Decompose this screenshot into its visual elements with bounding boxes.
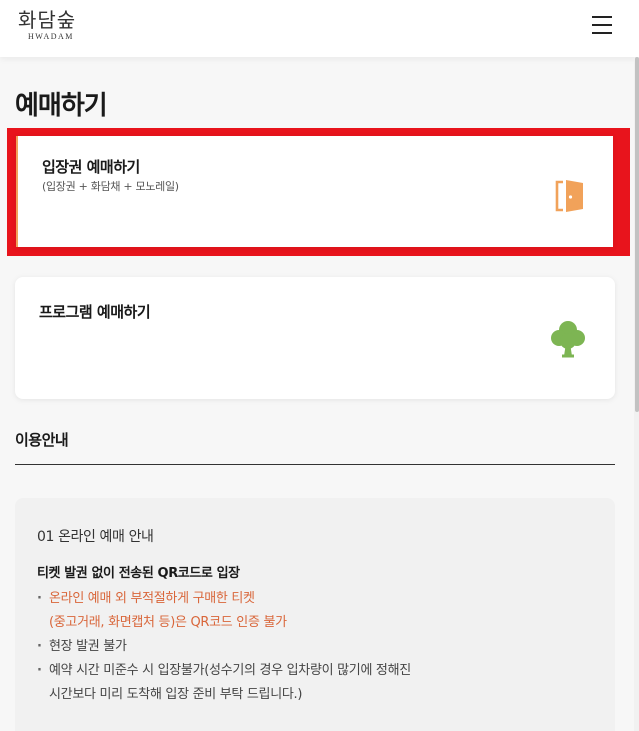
- logo-english-text: HWADAM: [28, 32, 74, 41]
- bullet-line: 온라인 예매 외 부적절하게 구매한 티켓: [49, 591, 255, 606]
- bullet-line: (중고거래, 화면캡처 등)은 QR코드 인증 불가: [49, 615, 287, 630]
- ticket-booking-title: 입장권 예매하기: [42, 158, 140, 176]
- section-divider: [15, 464, 615, 465]
- tree-icon: [549, 319, 587, 363]
- hwadam-logo[interactable]: 화담숲 HWADAM: [18, 7, 76, 41]
- door-icon: [554, 178, 586, 218]
- bullet-line: 현장 발권 불가: [49, 639, 127, 654]
- ticket-booking-card[interactable]: 입장권 예매하기 (입장권 + 화담채 + 모노레일): [16, 136, 613, 247]
- guide-info-box: 01 온라인 예매 안내 티켓 발권 없이 전송된 QR코드로 입장 온라인 예…: [15, 498, 615, 731]
- guide-bullet-item: 현장 발권 불가: [37, 635, 127, 659]
- program-booking-title: 프로그램 예매하기: [39, 303, 151, 321]
- ticket-booking-subtitle: (입장권 + 화담채 + 모노레일): [42, 180, 179, 193]
- top-header: 화담숲 HWADAM: [0, 0, 639, 57]
- guide-box-heading: 01 온라인 예매 안내: [37, 529, 154, 545]
- bullet-line: 시간보다 미리 도착해 입장 준비 부탁 드립니다.): [49, 687, 303, 702]
- bullet-line: 예약 시간 미준수 시 입장불가(성수기의 경우 입차량이 많기에 정해진: [49, 663, 411, 678]
- vertical-scrollbar[interactable]: [634, 57, 639, 731]
- hamburger-menu-icon[interactable]: [591, 14, 615, 36]
- guide-bullet-item: 예약 시간 미준수 시 입장불가(성수기의 경우 입차량이 많기에 정해진 시간…: [37, 659, 411, 707]
- guide-section-title: 이용안내: [15, 431, 69, 449]
- guide-box-subheading: 티켓 발권 없이 전송된 QR코드로 입장: [37, 566, 240, 581]
- logo-korean-text: 화담숲: [18, 8, 77, 32]
- scrollbar-thumb[interactable]: [635, 57, 639, 412]
- page-title: 예매하기: [15, 91, 108, 121]
- program-booking-card[interactable]: 프로그램 예매하기: [15, 277, 615, 399]
- guide-bullet-item: 온라인 예매 외 부적절하게 구매한 티켓 (중고거래, 화면캡처 등)은 QR…: [37, 587, 287, 635]
